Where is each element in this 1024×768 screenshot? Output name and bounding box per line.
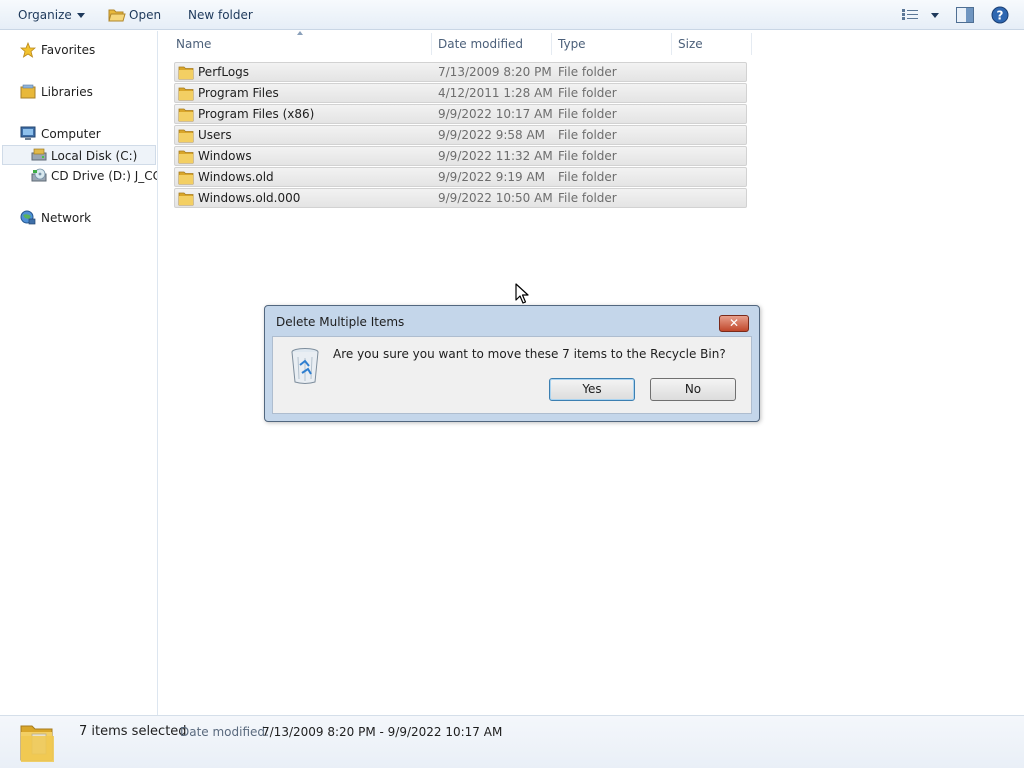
- details-view-icon: [902, 9, 918, 20]
- star-icon: [20, 42, 36, 58]
- nav-cd-drive[interactable]: CD Drive (D:) J_CCSA: [31, 166, 157, 186]
- file-type: File folder: [558, 65, 617, 79]
- file-name: Windows: [198, 149, 252, 163]
- file-row[interactable]: Program Files (x86) 9/9/2022 10:17 AM Fi…: [174, 104, 747, 124]
- selected-folders-icon: [20, 725, 54, 762]
- dialog-message: Are you sure you want to move these 7 it…: [333, 347, 726, 361]
- file-date: 9/9/2022 9:19 AM: [438, 170, 546, 184]
- column-date-label: Date modified: [438, 37, 524, 51]
- file-name: PerfLogs: [198, 65, 250, 79]
- dialog-body: Are you sure you want to move these 7 it…: [272, 336, 752, 414]
- file-date: 7/13/2009 8:20 PM: [438, 65, 552, 79]
- organize-label: Organize: [18, 8, 72, 22]
- svg-text:?: ?: [997, 9, 1004, 23]
- selection-count: 7 items selected: [79, 724, 187, 739]
- organize-dropdown-icon: [76, 13, 85, 18]
- mouse-cursor-icon: [515, 283, 529, 304]
- new-folder-button[interactable]: New folder: [188, 0, 253, 30]
- cd-drive-icon: [31, 168, 47, 182]
- column-header-type[interactable]: Type: [552, 33, 672, 55]
- open-label: Open: [129, 8, 162, 22]
- sort-ascending-icon: [297, 31, 303, 35]
- column-header-date[interactable]: Date modified: [432, 33, 552, 55]
- file-date: 9/9/2022 11:32 AM: [438, 149, 553, 163]
- nav-favorites-label: Favorites: [41, 43, 96, 57]
- date-modified-value: 7/13/2009 8:20 PM - 9/9/2022 10:17 AM: [262, 725, 503, 739]
- dialog-title: Delete Multiple Items: [276, 315, 405, 329]
- open-folder-icon: [108, 9, 126, 22]
- file-name: Windows.old: [198, 170, 274, 184]
- folder-icon: [178, 171, 194, 185]
- new-folder-label: New folder: [188, 8, 253, 22]
- file-name: Program Files (x86): [198, 107, 315, 121]
- file-type: File folder: [558, 86, 617, 100]
- file-name: Windows.old.000: [198, 191, 301, 205]
- file-type: File folder: [558, 191, 617, 205]
- file-row[interactable]: Windows.old 9/9/2022 9:19 AM File folder: [174, 167, 747, 187]
- column-header-size[interactable]: Size: [672, 33, 752, 55]
- help-icon[interactable]: ?: [991, 6, 1009, 24]
- file-name: Users: [198, 128, 232, 142]
- file-date: 9/9/2022 9:58 AM: [438, 128, 546, 142]
- nav-cd-drive-label: CD Drive (D:) J_CCSA: [51, 169, 157, 183]
- column-header-name[interactable]: Name: [170, 33, 432, 55]
- folder-icon: [178, 192, 194, 206]
- file-row[interactable]: Program Files 4/12/2011 1:28 AM File fol…: [174, 83, 747, 103]
- close-icon: ✕: [728, 316, 740, 330]
- file-date: 9/9/2022 10:50 AM: [438, 191, 553, 205]
- column-name-label: Name: [176, 37, 212, 51]
- details-pane: 7 items selected Date modified: 7/13/200…: [0, 715, 1024, 768]
- file-row[interactable]: Users 9/9/2022 9:58 AM File folder: [174, 125, 747, 145]
- yes-button[interactable]: Yes: [549, 378, 635, 401]
- file-type: File folder: [558, 107, 617, 121]
- network-icon: [20, 210, 36, 225]
- date-modified-label: Date modified:: [180, 725, 270, 739]
- file-type: File folder: [558, 128, 617, 142]
- folder-icon: [178, 66, 194, 80]
- file-name: Program Files: [198, 86, 279, 100]
- column-type-label: Type: [558, 37, 586, 51]
- file-type: File folder: [558, 149, 617, 163]
- nav-local-disk[interactable]: Local Disk (C:): [2, 145, 156, 165]
- file-row[interactable]: Windows 9/9/2022 11:32 AM File folder: [174, 146, 747, 166]
- file-type: File folder: [558, 170, 617, 184]
- command-bar: Organize Open New folder ?: [0, 0, 1024, 30]
- organize-button[interactable]: Organize: [18, 0, 85, 30]
- folder-icon: [178, 108, 194, 122]
- computer-icon: [20, 126, 36, 140]
- nav-libraries-label: Libraries: [41, 85, 93, 99]
- recycle-bin-icon: [291, 348, 319, 384]
- file-date: 9/9/2022 10:17 AM: [438, 107, 553, 121]
- column-size-label: Size: [678, 37, 703, 51]
- view-dropdown-icon: [931, 13, 939, 18]
- hard-disk-icon: [31, 148, 47, 161]
- nav-computer-label: Computer: [41, 127, 101, 141]
- file-row[interactable]: PerfLogs 7/13/2009 8:20 PM File folder: [174, 62, 747, 82]
- file-date: 4/12/2011 1:28 AM: [438, 86, 553, 100]
- preview-pane-icon[interactable]: [956, 7, 974, 23]
- libraries-icon: [20, 84, 36, 99]
- dialog-close-button[interactable]: ✕: [719, 315, 749, 332]
- folder-icon: [178, 150, 194, 164]
- change-view-button[interactable]: [900, 0, 940, 30]
- folder-icon: [178, 87, 194, 101]
- no-button[interactable]: No: [650, 378, 736, 401]
- nav-local-disk-label: Local Disk (C:): [51, 149, 138, 163]
- file-row[interactable]: Windows.old.000 9/9/2022 10:50 AM File f…: [174, 188, 747, 208]
- folder-icon: [178, 129, 194, 143]
- nav-network-label: Network: [41, 211, 92, 225]
- delete-confirm-dialog: Delete Multiple Items ✕ Are you sure you…: [264, 305, 760, 422]
